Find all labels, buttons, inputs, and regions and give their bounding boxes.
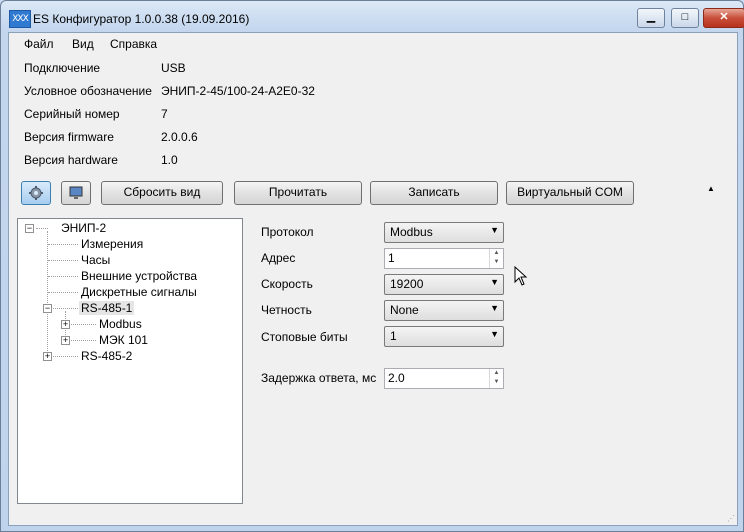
gear-icon	[29, 186, 43, 200]
resize-grip-icon[interactable]: ⋰	[727, 514, 735, 523]
app-window: XXX ES Конфигуратор 1.0.0.38 (19.09.2016…	[0, 0, 744, 532]
menu-help[interactable]: Справка	[110, 37, 157, 51]
tree-item-external-devices[interactable]: Внешние устройства	[81, 269, 197, 283]
serial-value: 7	[161, 107, 168, 121]
chevron-down-icon: ▼	[490, 303, 499, 313]
tree-item-iec101[interactable]: МЭК 101	[99, 333, 148, 347]
protocol-select[interactable]: Modbus ▼	[384, 222, 504, 243]
delay-label: Задержка ответа, мс	[261, 371, 377, 385]
parity-select[interactable]: None ▼	[384, 300, 504, 321]
monitor-button[interactable]	[61, 181, 91, 205]
delay-stepper[interactable]: 2.0 ▲ ▼	[384, 368, 504, 389]
write-button[interactable]: Записать	[370, 181, 498, 205]
decrement-icon[interactable]: ▼	[490, 258, 503, 267]
tree-item-measurements[interactable]: Измерения	[81, 237, 143, 251]
tree-item-rs485-2[interactable]: RS-485-2	[81, 349, 132, 363]
speed-value: 19200	[390, 277, 424, 291]
parity-value: None	[390, 303, 419, 317]
parity-label: Четность	[261, 303, 312, 317]
close-icon: ✕	[719, 11, 729, 23]
tree-item-rs485-1[interactable]: RS-485-1	[79, 301, 135, 315]
tree-item-modbus[interactable]: Modbus	[99, 317, 142, 331]
address-stepper[interactable]: 1 ▲ ▼	[384, 248, 504, 269]
stopbits-label: Стоповые биты	[261, 330, 348, 344]
address-label: Адрес	[261, 251, 296, 265]
app-logo-icon: XXX	[9, 10, 31, 28]
hardware-label: Версия hardware	[24, 153, 118, 167]
address-value: 1	[388, 251, 395, 265]
menu-bar: Файл Вид Справка	[9, 33, 737, 55]
client-area: Файл Вид Справка Подключение USB Условно…	[8, 32, 738, 526]
maximize-icon: □	[681, 11, 689, 23]
tree-item-discrete-signals[interactable]: Дискретные сигналы	[81, 285, 197, 299]
settings-button[interactable]	[21, 181, 51, 205]
collapse-arrow-icon[interactable]: ▲	[707, 184, 715, 193]
tree-expand-iec101[interactable]: +	[61, 336, 70, 345]
tree-expand-modbus[interactable]: +	[61, 320, 70, 329]
serial-label: Серийный номер	[24, 107, 120, 121]
device-tree[interactable]: − ЭНИП-2 Измерения Часы Внешние устройст…	[17, 218, 243, 504]
connection-label: Подключение	[24, 61, 101, 75]
protocol-label: Протокол	[261, 225, 314, 239]
designation-label: Условное обозначение	[24, 84, 152, 98]
protocol-value: Modbus	[390, 225, 433, 239]
speed-label: Скорость	[261, 277, 313, 291]
increment-icon[interactable]: ▲	[490, 249, 503, 258]
monitor-icon	[69, 186, 83, 199]
minimize-icon: ▁	[646, 11, 656, 23]
chevron-down-icon: ▼	[490, 329, 499, 339]
decrement-icon[interactable]: ▼	[490, 378, 503, 387]
tree-item-clock[interactable]: Часы	[81, 253, 110, 267]
minimize-button[interactable]: ▁	[637, 8, 665, 28]
title-bar[interactable]: XXX ES Конфигуратор 1.0.0.38 (19.09.2016…	[1, 1, 744, 35]
tree-collapse-rs485-1[interactable]: −	[43, 304, 52, 313]
stopbits-select[interactable]: 1 ▼	[384, 326, 504, 347]
speed-select[interactable]: 19200 ▼	[384, 274, 504, 295]
tree-expand-rs485-2[interactable]: +	[43, 352, 52, 361]
hardware-value: 1.0	[161, 153, 178, 167]
read-button[interactable]: Прочитать	[234, 181, 362, 205]
tree-root[interactable]: ЭНИП-2	[61, 221, 106, 235]
maximize-button[interactable]: □	[671, 8, 699, 28]
firmware-label: Версия firmware	[24, 130, 114, 144]
connection-value: USB	[161, 61, 186, 75]
close-button[interactable]: ✕	[703, 8, 744, 28]
chevron-down-icon: ▼	[490, 225, 499, 235]
firmware-value: 2.0.0.6	[161, 130, 198, 144]
increment-icon[interactable]: ▲	[490, 369, 503, 378]
delay-value: 2.0	[388, 371, 405, 385]
tree-collapse-root[interactable]: −	[25, 224, 34, 233]
window-title: ES Конфигуратор 1.0.0.38 (19.09.2016)	[33, 12, 250, 26]
reset-view-button[interactable]: Сбросить вид	[101, 181, 223, 205]
chevron-down-icon: ▼	[490, 277, 499, 287]
mouse-cursor-icon	[514, 266, 528, 286]
designation-value: ЭНИП-2-45/100-24-А2Е0-32	[161, 84, 315, 98]
menu-file[interactable]: Файл	[24, 37, 54, 51]
stopbits-value: 1	[390, 329, 397, 343]
virtual-com-button[interactable]: Виртуальный COM	[506, 181, 634, 205]
menu-view[interactable]: Вид	[72, 37, 94, 51]
